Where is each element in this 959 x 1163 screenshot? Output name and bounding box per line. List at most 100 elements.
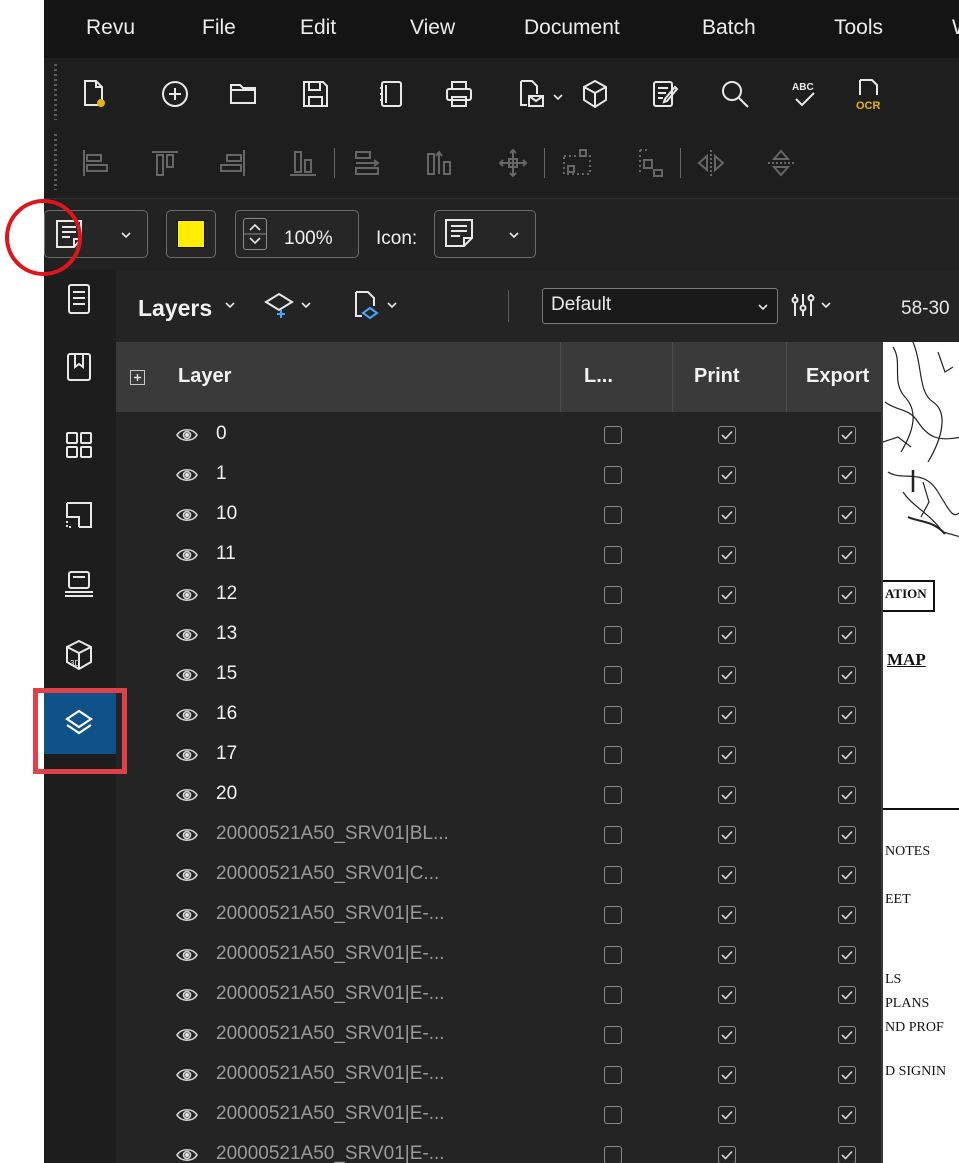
menu-file[interactable]: File xyxy=(202,16,236,40)
layer-row[interactable]: 20000521A50_SRV01|E-... xyxy=(116,932,881,972)
distribute-vertical-icon[interactable] xyxy=(422,146,456,180)
export-checkbox[interactable] xyxy=(838,786,856,804)
chevron-down-icon[interactable] xyxy=(300,299,312,311)
export-checkbox[interactable] xyxy=(838,746,856,764)
export-checkbox[interactable] xyxy=(838,826,856,844)
layer-row[interactable]: 20000521A50_SRV01|BL... xyxy=(116,812,881,852)
locked-checkbox[interactable] xyxy=(604,1106,622,1124)
layer-row[interactable]: 11 xyxy=(116,532,881,572)
print-checkbox[interactable] xyxy=(718,586,736,604)
locked-checkbox[interactable] xyxy=(604,466,622,484)
studio-icon[interactable] xyxy=(62,568,96,602)
eye-visibility-icon[interactable] xyxy=(176,1107,198,1123)
chevron-down-icon[interactable] xyxy=(224,299,236,311)
eye-visibility-icon[interactable] xyxy=(176,907,198,923)
print-checkbox[interactable] xyxy=(718,1066,736,1084)
menu-tools[interactable]: Tools xyxy=(834,16,883,40)
expand-all-icon[interactable] xyxy=(130,370,145,385)
export-checkbox[interactable] xyxy=(838,906,856,924)
locked-checkbox[interactable] xyxy=(604,706,622,724)
eye-visibility-icon[interactable] xyxy=(176,1027,198,1043)
export-checkbox[interactable] xyxy=(838,946,856,964)
print-checkbox[interactable] xyxy=(718,866,736,884)
export-checkbox[interactable] xyxy=(838,586,856,604)
locked-checkbox[interactable] xyxy=(604,1066,622,1084)
export-checkbox[interactable] xyxy=(838,866,856,884)
column-export[interactable]: Export xyxy=(806,365,869,388)
layer-row[interactable]: 20000521A50_SRV01|C... xyxy=(116,852,881,892)
eye-visibility-icon[interactable] xyxy=(176,547,198,563)
menu-document[interactable]: Document xyxy=(524,16,620,40)
layer-row[interactable]: 20000521A50_SRV01|E-... xyxy=(116,1092,881,1132)
locked-checkbox[interactable] xyxy=(604,426,622,444)
chevron-down-icon[interactable] xyxy=(820,299,832,311)
filter-sliders-icon[interactable] xyxy=(788,290,818,320)
layer-row[interactable]: 20 xyxy=(116,772,881,812)
group-icon[interactable] xyxy=(560,146,594,180)
eye-visibility-icon[interactable] xyxy=(176,867,198,883)
print-checkbox[interactable] xyxy=(718,626,736,644)
export-checkbox[interactable] xyxy=(838,666,856,684)
layer-row[interactable]: 1 xyxy=(116,452,881,492)
export-checkbox[interactable] xyxy=(838,466,856,484)
locked-checkbox[interactable] xyxy=(604,546,622,564)
locked-checkbox[interactable] xyxy=(604,746,622,764)
new-layer-icon[interactable] xyxy=(262,288,296,322)
align-right-icon[interactable] xyxy=(216,146,250,180)
chevron-down-icon[interactable] xyxy=(386,299,398,311)
layer-row[interactable]: 20000521A50_SRV01|E-... xyxy=(116,1012,881,1052)
layer-row[interactable]: 0 xyxy=(116,412,881,452)
cube-3d-icon[interactable] xyxy=(578,77,612,111)
layer-row[interactable]: 20000521A50_SRV01|E-... xyxy=(116,892,881,932)
ungroup-icon[interactable] xyxy=(634,146,668,180)
print-checkbox[interactable] xyxy=(718,706,736,724)
layer-row[interactable]: 20000521A50_SRV01|E-... xyxy=(116,1132,881,1163)
locked-checkbox[interactable] xyxy=(604,586,622,604)
locked-checkbox[interactable] xyxy=(604,866,622,884)
print-icon[interactable] xyxy=(442,77,476,111)
menu-view[interactable]: View xyxy=(410,16,455,40)
align-top-icon[interactable] xyxy=(148,146,182,180)
print-checkbox[interactable] xyxy=(718,746,736,764)
eye-visibility-icon[interactable] xyxy=(176,1147,198,1163)
locked-checkbox[interactable] xyxy=(604,1026,622,1044)
column-divider[interactable] xyxy=(560,342,561,412)
layer-row[interactable]: 20000521A50_SRV01|E-... xyxy=(116,972,881,1012)
menu-revu[interactable]: Revu xyxy=(86,16,135,40)
print-checkbox[interactable] xyxy=(718,1106,736,1124)
export-checkbox[interactable] xyxy=(838,1026,856,1044)
flip-horizontal-icon[interactable] xyxy=(694,146,728,180)
bookmarks-icon[interactable] xyxy=(62,350,96,384)
export-checkbox[interactable] xyxy=(838,706,856,724)
locked-checkbox[interactable] xyxy=(604,826,622,844)
column-divider[interactable] xyxy=(786,342,787,412)
menu-edit[interactable]: Edit xyxy=(300,16,336,40)
menu-batch[interactable]: Batch xyxy=(702,16,756,40)
layer-row[interactable]: 15 xyxy=(116,652,881,692)
export-checkbox[interactable] xyxy=(838,986,856,1004)
export-checkbox[interactable] xyxy=(838,626,856,644)
eye-visibility-icon[interactable] xyxy=(176,507,198,523)
align-left-icon[interactable] xyxy=(78,146,112,180)
locked-checkbox[interactable] xyxy=(604,946,622,964)
3d-model-icon[interactable]: 3D xyxy=(62,638,96,672)
save-icon[interactable] xyxy=(298,77,332,111)
eye-visibility-icon[interactable] xyxy=(176,827,198,843)
export-checkbox[interactable] xyxy=(838,1066,856,1084)
layer-view-select[interactable]: Default xyxy=(542,288,778,324)
locked-checkbox[interactable] xyxy=(604,666,622,684)
chevron-down-icon[interactable] xyxy=(120,229,132,241)
new-document-icon[interactable] xyxy=(76,77,110,111)
flip-vertical-icon[interactable] xyxy=(764,146,798,180)
search-icon[interactable] xyxy=(718,77,752,111)
toolbar-grip[interactable] xyxy=(54,64,57,120)
toolbar-grip[interactable] xyxy=(54,134,57,190)
layer-document-icon[interactable] xyxy=(348,288,382,322)
bookmark-book-icon[interactable] xyxy=(374,77,408,111)
export-checkbox[interactable] xyxy=(838,1146,856,1163)
plus-circle-icon[interactable] xyxy=(158,77,192,111)
print-checkbox[interactable] xyxy=(718,946,736,964)
locked-checkbox[interactable] xyxy=(604,506,622,524)
eye-visibility-icon[interactable] xyxy=(176,787,198,803)
zoom-stepper-buttons[interactable] xyxy=(243,218,267,250)
